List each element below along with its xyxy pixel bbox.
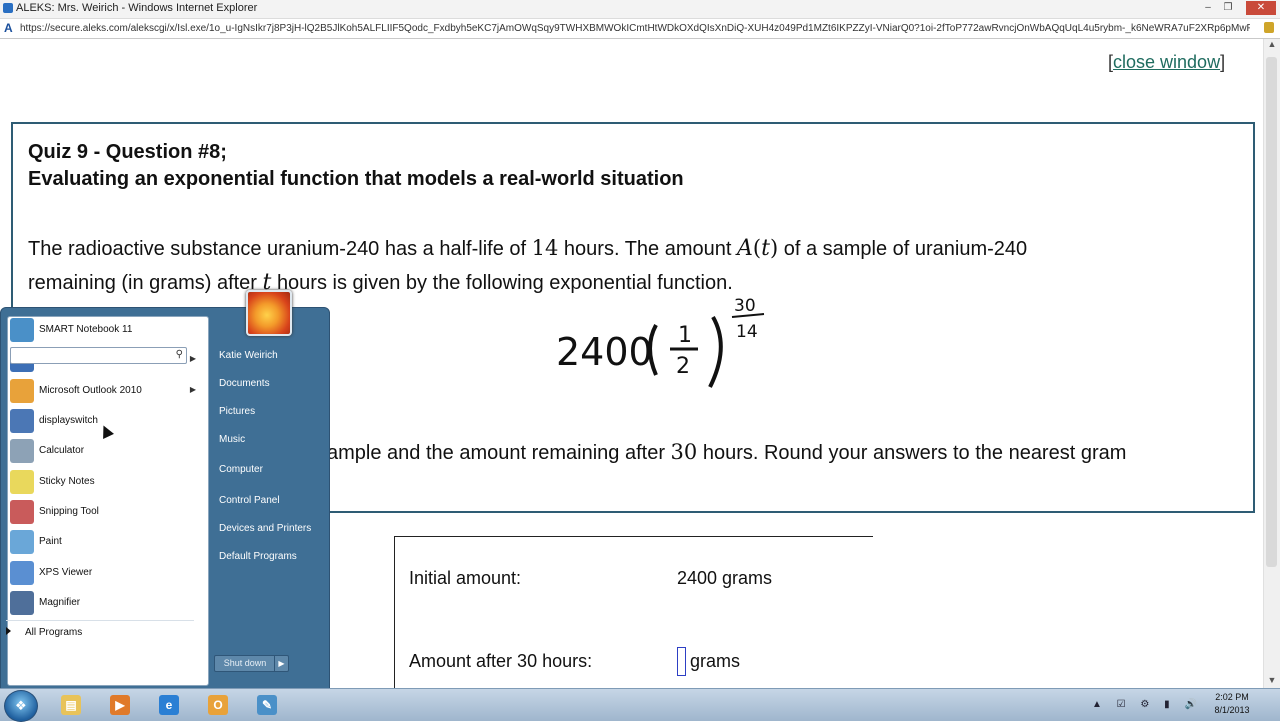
taskbar: ❖ ▤ ▶ e O ✎ ▲ ☑ ⚙ ▮ 🔊 2:02 PM 8/1/2013 [0, 688, 1280, 722]
submenu-arrow-icon: ▶ [189, 354, 196, 363]
function-variable: t [761, 236, 770, 261]
calculator-icon [10, 439, 34, 463]
start-menu-right-item[interactable]: Computer [219, 464, 263, 475]
smart-notebook-icon: ✎ [257, 695, 277, 715]
amount-after-label: Amount after 30 hours: [409, 651, 593, 671]
time-value: 30 [670, 440, 698, 464]
start-menu-right-item[interactable]: Devices and Printers [219, 523, 311, 534]
answer-table [394, 536, 873, 697]
initial-amount-value: 2400 grams [677, 568, 773, 588]
vertical-scrollbar[interactable]: ▲ ▼ [1263, 39, 1280, 689]
outlook-taskbar-button[interactable]: O [197, 691, 239, 719]
start-menu-item-label: XPS Viewer [39, 567, 93, 578]
clock[interactable]: 2:02 PM 8/1/2013 [1192, 691, 1272, 719]
start-menu-item-label: Calculator [39, 445, 85, 456]
search-icon: ⚲ [175, 349, 183, 360]
display-switch-icon [10, 409, 34, 433]
start-menu-item[interactable]: Calculator [8, 437, 200, 465]
submenu-arrow-icon: ▶ [189, 385, 196, 394]
shutdown-button[interactable]: Shut down [214, 655, 276, 672]
url-text[interactable]: https://secure.aleks.com/alekscgi/x/Isl.… [20, 23, 1250, 34]
start-menu-item[interactable]: XPS Viewer [8, 559, 200, 587]
explorer-taskbar-button[interactable]: ▤ [50, 691, 92, 719]
start-menu-item-label: Paint [39, 536, 62, 547]
scroll-up-arrow-icon[interactable]: ▲ [1264, 39, 1280, 53]
minimize-button[interactable]: – [1198, 1, 1218, 15]
quiz-title: Quiz 9 - Question #8; [28, 141, 227, 163]
shutdown-options-arrow-icon[interactable]: ▶ [274, 655, 289, 672]
formula-coefficient: 2400 [556, 330, 653, 374]
amount-after-unit: grams [690, 651, 741, 671]
close-window-link[interactable]: close window [1113, 52, 1220, 72]
close-window-link-wrapper: [close window] [1108, 52, 1226, 72]
half-life-value: 14 [531, 236, 559, 260]
all-programs-arrow-icon [6, 627, 11, 635]
smart-notebook-taskbar-button[interactable]: ✎ [246, 691, 288, 719]
scroll-down-arrow-icon[interactable]: ▼ [1264, 675, 1280, 689]
start-menu-item-label: Snipping Tool [39, 506, 99, 517]
windows-logo-icon: ❖ [15, 698, 27, 713]
address-bar[interactable]: A https://secure.aleks.com/alekscgi/x/Is… [0, 19, 1280, 39]
question-paragraph-1: The radioactive substance uranium-240 ha… [28, 236, 1028, 295]
formula-base-numerator: 1 [678, 323, 692, 348]
function-name: A [737, 236, 753, 261]
start-menu-item[interactable]: SMART Notebook 11 [8, 316, 200, 344]
start-menu-item[interactable]: Paint [8, 528, 200, 556]
start-button[interactable]: ❖ [4, 690, 38, 722]
window-title: ALEKS: Mrs. Weirich - Windows Internet E… [16, 2, 258, 14]
start-menu-item[interactable]: Microsoft Outlook 2010 ▶ [8, 377, 200, 405]
start-menu-item[interactable]: Snipping Tool [8, 498, 200, 526]
start-menu-right-item[interactable]: Documents [219, 378, 270, 389]
start-menu-item-label: Microsoft Outlook 2010 [39, 385, 142, 396]
start-menu-right-item[interactable]: Music [219, 434, 245, 445]
start-menu-right-item[interactable]: Default Programs [219, 551, 297, 562]
clock-date: 8/1/2013 [1214, 705, 1250, 715]
outlook-icon [10, 379, 34, 403]
ie-app-icon [3, 3, 13, 13]
snipping-tool-icon [10, 500, 34, 524]
start-menu-item[interactable]: Magnifier [8, 589, 200, 617]
outlook-icon: O [208, 695, 228, 715]
start-search-input[interactable]: ⚲ [10, 347, 187, 364]
start-menu-item-label: SMART Notebook 11 [39, 324, 133, 335]
magnifier-icon [10, 591, 34, 615]
start-menu-right-item[interactable]: Pictures [219, 406, 255, 417]
all-programs-item[interactable]: All Programs [6, 627, 82, 638]
system-tray-icons[interactable]: ▲ ☑ ⚙ ▮ 🔊 [1092, 699, 1203, 710]
handwritten-formula: 2400 1 2 30 14 [556, 296, 765, 388]
internet-explorer-taskbar-button[interactable]: e [148, 691, 190, 719]
start-menu-right-item[interactable]: Katie Weirich [219, 350, 278, 361]
start-menu-item-label: Magnifier [39, 597, 81, 608]
user-picture[interactable] [246, 290, 292, 336]
initial-amount-label: Initial amount: [409, 568, 522, 588]
quiz-subtitle: Evaluating an exponential function that … [28, 168, 684, 190]
paint-icon [10, 530, 34, 554]
smart-notebook-icon [10, 318, 34, 342]
clock-time: 2:02 PM [1215, 692, 1249, 702]
amount-after-input[interactable] [677, 647, 686, 676]
question-title: Quiz 9 - Question #8; Evaluating an expo… [28, 139, 684, 193]
start-menu-separator [6, 620, 194, 621]
formula-base-denominator: 2 [676, 354, 690, 379]
window-titlebar: ALEKS: Mrs. Weirich - Windows Internet E… [0, 0, 1280, 19]
aleks-favicon-icon: A [4, 21, 13, 35]
formula-exponent-denominator: 14 [736, 322, 758, 342]
start-menu-right-item[interactable]: Control Panel [219, 495, 280, 506]
close-button[interactable]: ✕ [1246, 1, 1276, 15]
scrollbar-thumb[interactable] [1266, 57, 1277, 567]
start-menu-item-label: Sticky Notes [39, 476, 95, 487]
media-player-icon: ▶ [110, 695, 130, 715]
formula-exponent-numerator: 30 [734, 296, 756, 316]
sticky-notes-icon [10, 470, 34, 494]
start-menu-item[interactable]: Sticky Notes [8, 468, 200, 496]
internet-explorer-icon: e [159, 695, 179, 715]
media-player-taskbar-button[interactable]: ▶ [99, 691, 141, 719]
start-menu-item-label: displayswitch [39, 415, 98, 426]
lock-icon[interactable] [1264, 22, 1274, 33]
xps-viewer-icon [10, 561, 34, 585]
explorer-icon: ▤ [61, 695, 81, 715]
maximize-button[interactable]: ❐ [1218, 1, 1238, 15]
formula-right-paren [708, 316, 723, 388]
